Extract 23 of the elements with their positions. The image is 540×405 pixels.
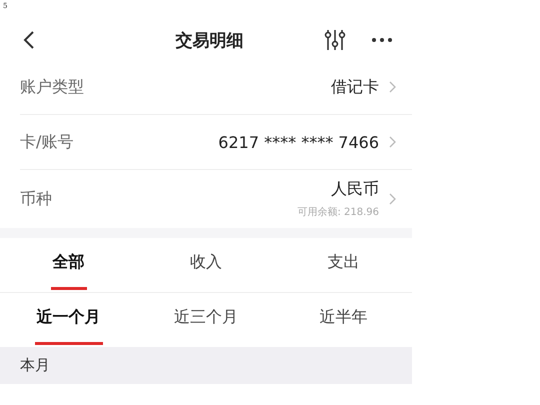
account-row[interactable]: 币种 人民币 可用余额: 218.96 <box>20 170 412 228</box>
tab[interactable]: 收入 <box>188 238 224 290</box>
field-value: 借记卡 <box>331 76 379 98</box>
back-icon[interactable] <box>23 30 35 50</box>
section-header: 本月 <box>0 347 412 384</box>
field-label: 币种 <box>20 188 52 210</box>
more-icon[interactable] <box>372 38 392 42</box>
tab[interactable]: 支出 <box>325 238 362 290</box>
field-value: 6217 **** **** 7466 <box>218 132 379 152</box>
balance-note: 可用余额: 218.96 <box>297 206 379 219</box>
page-title: 交易明细 <box>174 30 244 52</box>
chevron-icon <box>389 81 396 93</box>
field-label: 卡/账号 <box>20 132 74 152</box>
account-row[interactable]: 账户类型 借记卡 <box>20 60 412 115</box>
filter-icon[interactable] <box>324 29 346 51</box>
period-tab[interactable]: 近三个月 <box>172 293 240 345</box>
period-tab[interactable]: 近半年 <box>317 293 370 345</box>
chevron-icon <box>389 136 396 148</box>
chevron-icon <box>389 193 396 205</box>
field-label: 账户类型 <box>20 76 84 98</box>
account-row[interactable]: 卡/账号 6217 **** **** 7466 <box>20 115 412 170</box>
tab[interactable]: 全部 <box>50 238 87 290</box>
field-value: 人民币 <box>331 179 379 200</box>
